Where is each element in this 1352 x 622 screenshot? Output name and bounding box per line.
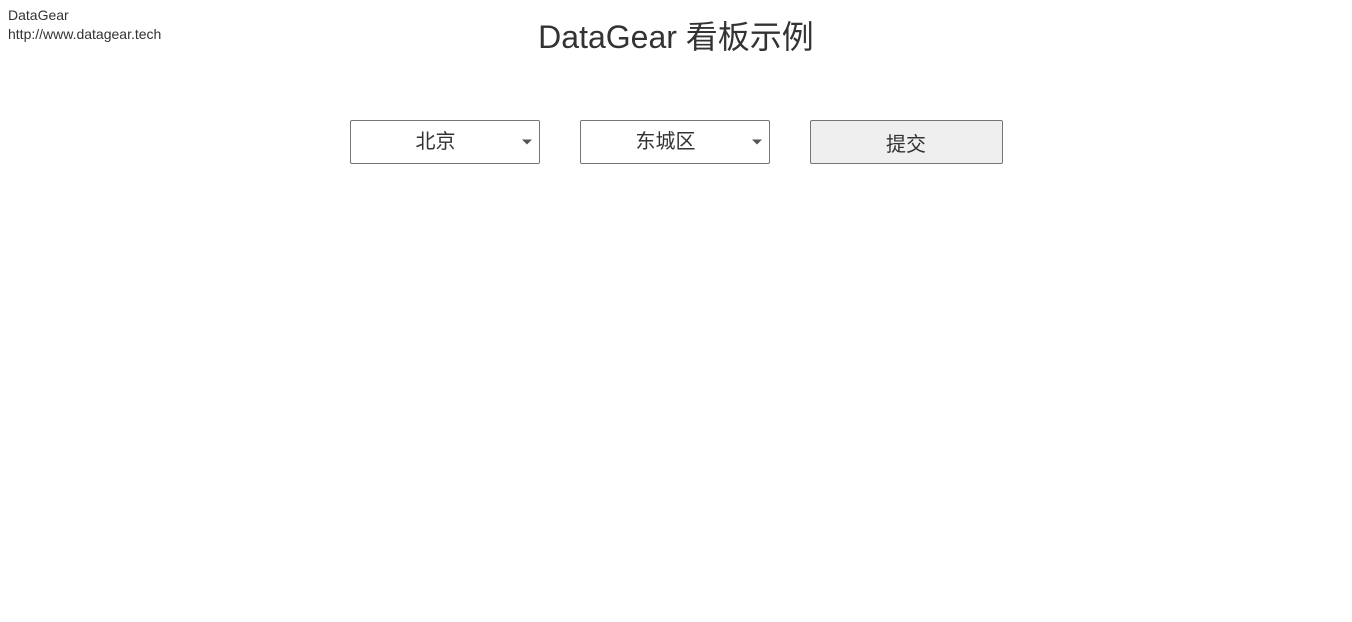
filter-form: 北京 东城区 提交 xyxy=(0,120,1352,164)
page-title: DataGear 看板示例 xyxy=(0,0,1352,58)
brand-url: http://www.datagear.tech xyxy=(8,25,161,44)
district-select[interactable]: 东城区 xyxy=(580,120,770,164)
district-select-wrap: 东城区 xyxy=(580,120,770,164)
city-select-wrap: 北京 xyxy=(350,120,540,164)
submit-button[interactable]: 提交 xyxy=(810,120,1003,164)
brand-name: DataGear xyxy=(8,6,161,25)
brand-info: DataGear http://www.datagear.tech xyxy=(8,6,161,44)
city-select[interactable]: 北京 xyxy=(350,120,540,164)
